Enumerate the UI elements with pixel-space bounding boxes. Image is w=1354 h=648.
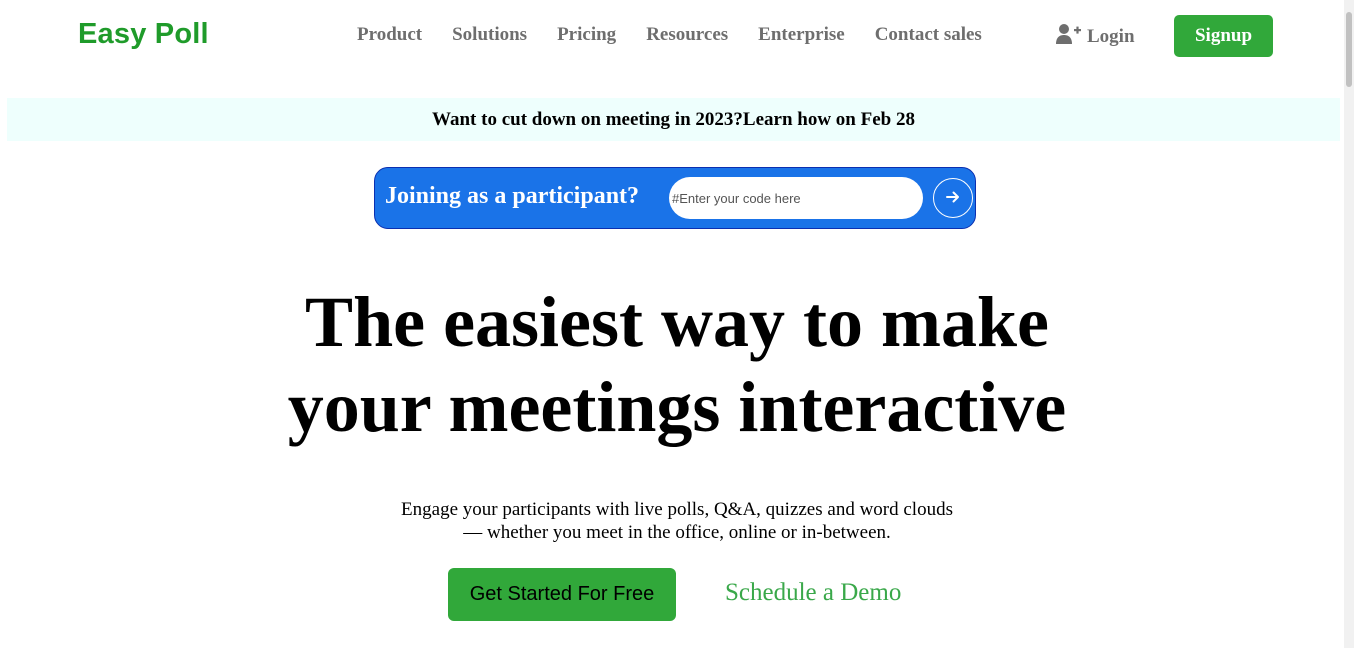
nav-solutions[interactable]: Solutions: [452, 24, 527, 46]
nav-resources[interactable]: Resources: [646, 24, 728, 46]
login-label: Login: [1087, 26, 1135, 47]
arrow-right-icon: [946, 190, 960, 207]
join-participant-box: Joining as a participant?: [374, 167, 976, 229]
main-nav: Product Solutions Pricing Resources Ente…: [357, 24, 1012, 46]
hero-headline: The easiest way to make your meetings in…: [0, 280, 1354, 450]
announcement-banner[interactable]: Want to cut down on meeting in 2023?Lear…: [7, 98, 1340, 141]
nav-contact-sales[interactable]: Contact sales: [875, 24, 982, 46]
join-submit-button[interactable]: [933, 178, 973, 218]
get-started-button[interactable]: Get Started For Free: [448, 568, 676, 621]
subtitle-line-1: Engage your participants with live polls…: [401, 499, 953, 520]
nav-enterprise[interactable]: Enterprise: [758, 24, 845, 46]
user-plus-icon: [1056, 23, 1087, 51]
login-link[interactable]: Login: [1056, 23, 1135, 51]
join-label: Joining as a participant?: [385, 183, 640, 209]
subtitle-line-2: — whether you meet in the office, online…: [463, 522, 891, 543]
nav-product[interactable]: Product: [357, 24, 422, 46]
hero-subtitle: Engage your participants with live polls…: [0, 498, 1354, 544]
nav-pricing[interactable]: Pricing: [557, 24, 616, 46]
logo[interactable]: Easy Poll: [78, 18, 209, 51]
page: Easy Poll Product Solutions Pricing Reso…: [0, 0, 1354, 648]
schedule-demo-link[interactable]: Schedule a Demo: [725, 579, 901, 607]
scrollbar-thumb[interactable]: [1346, 12, 1352, 87]
hero-line-2: your meetings interactive: [287, 367, 1067, 447]
signup-button[interactable]: Signup: [1174, 15, 1273, 57]
join-code-input[interactable]: [669, 177, 923, 219]
hero-line-1: The easiest way to make: [305, 282, 1049, 362]
header: Easy Poll Product Solutions Pricing Reso…: [0, 0, 1344, 75]
